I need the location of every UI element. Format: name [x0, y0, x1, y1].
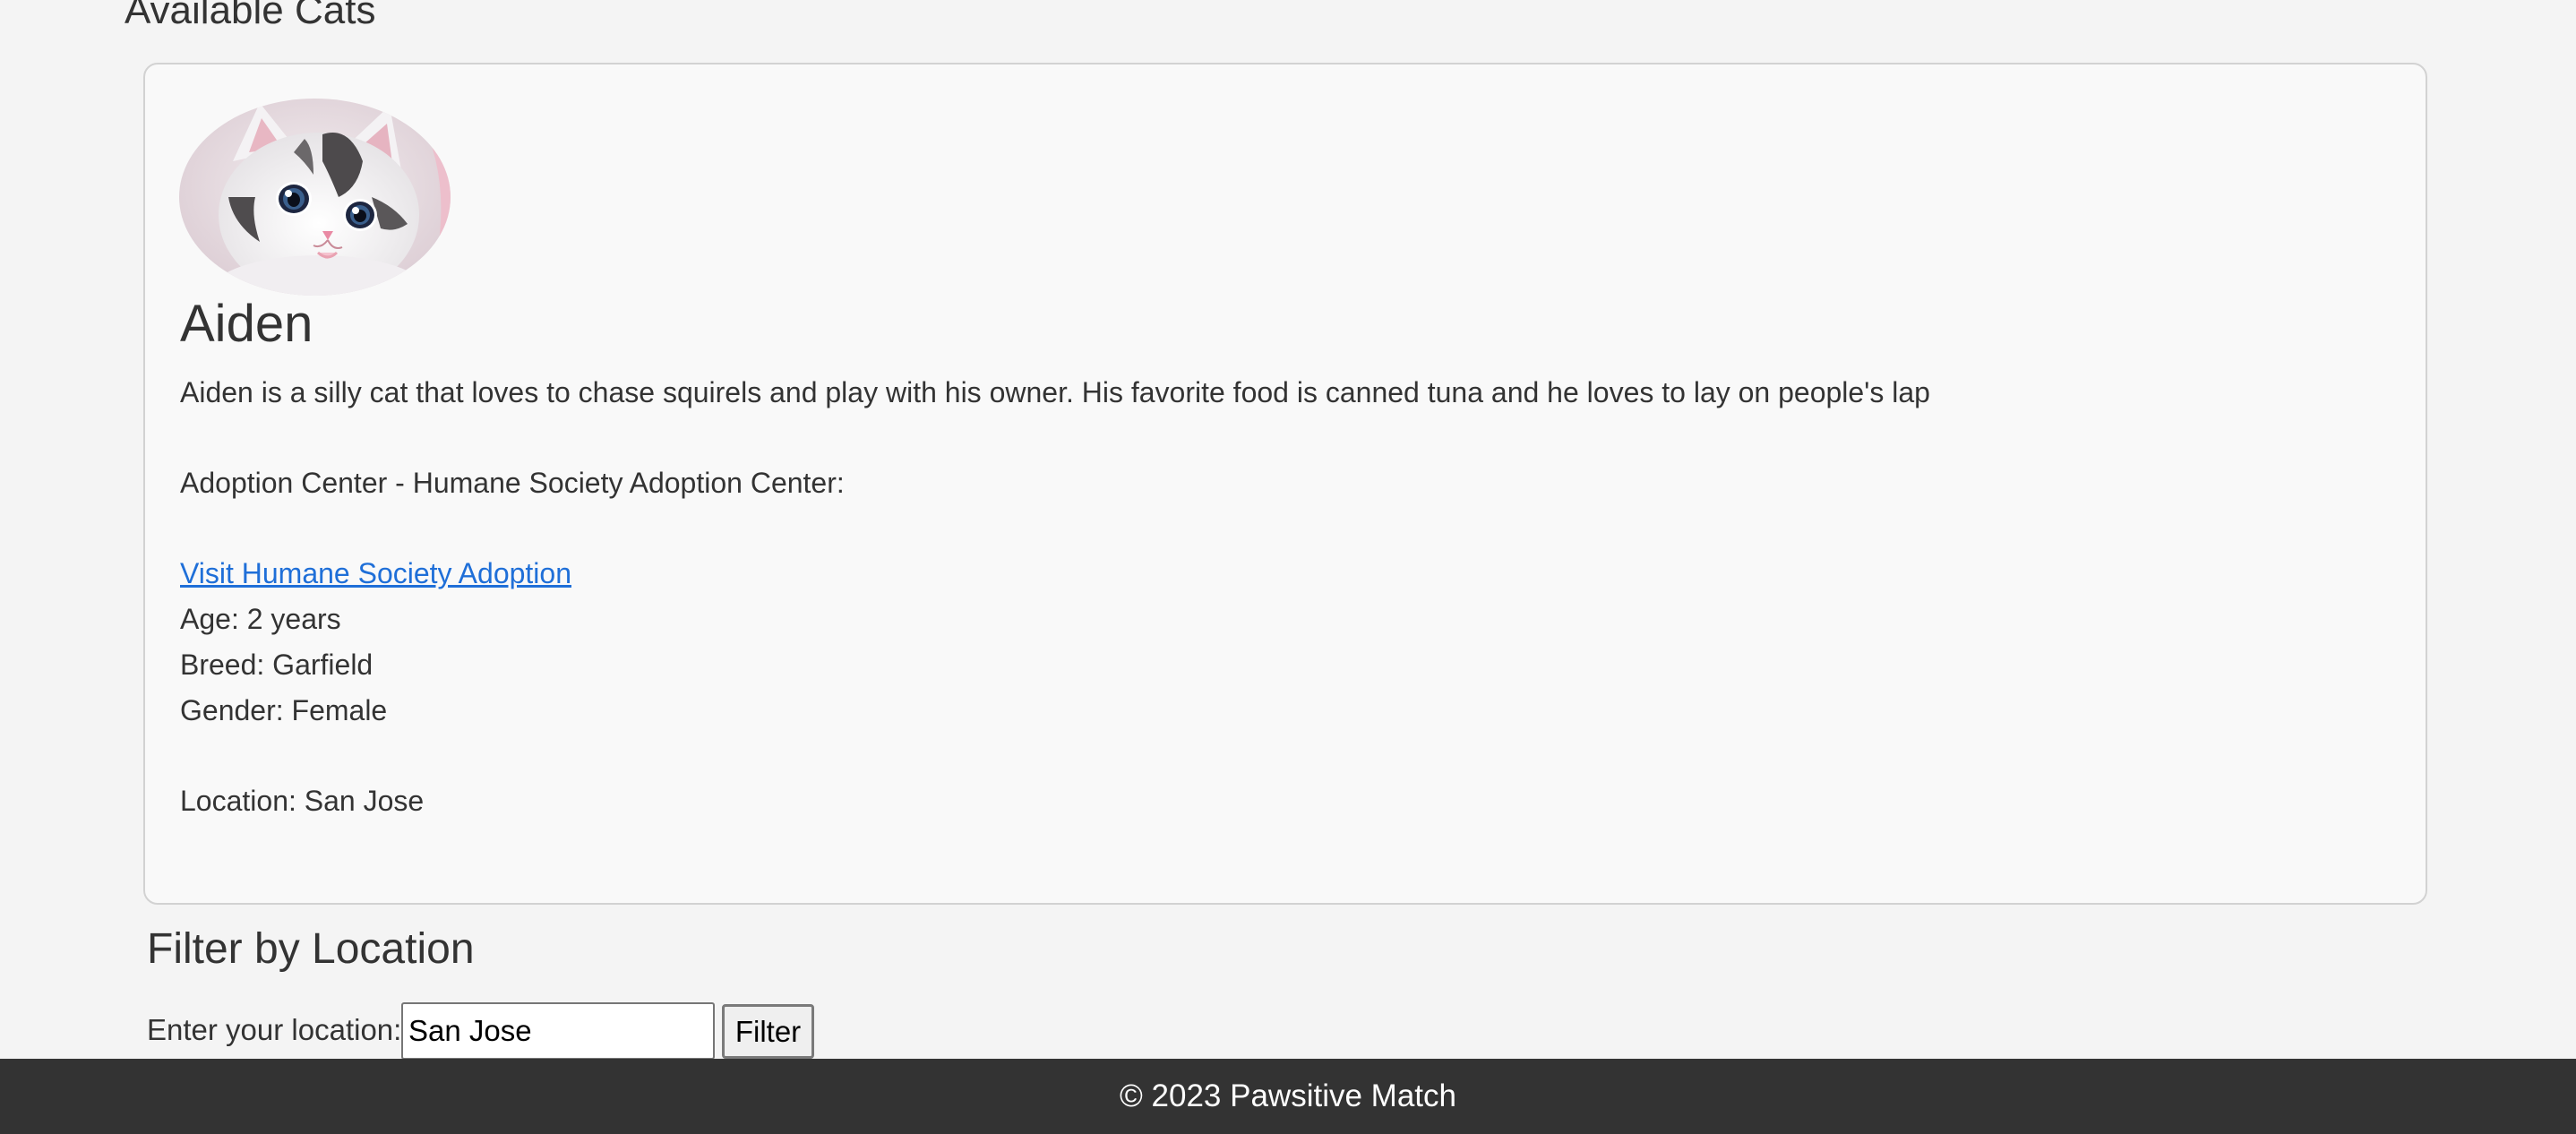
cat-photo-icon: [179, 99, 451, 296]
footer: © 2023 Pawsitive Match: [0, 1059, 2576, 1134]
cat-description: Aiden is a silly cat that loves to chase…: [180, 376, 1930, 408]
cat-breed: Breed: Garfield: [180, 649, 374, 681]
location-input[interactable]: [401, 1002, 715, 1060]
kitten-illustration: [179, 99, 451, 296]
filter-button[interactable]: Filter: [722, 1004, 814, 1059]
cat-name: Aiden: [180, 295, 313, 353]
location-label: Enter your location:: [147, 1013, 402, 1046]
cat-gender: Gender: Female: [180, 694, 388, 726]
cat-age: Age: 2 years: [180, 603, 341, 635]
footer-copyright: © 2023 Pawsitive Match: [1120, 1078, 1456, 1113]
cat-location: Location: San Jose: [180, 785, 425, 817]
page-title: Available Cats: [125, 0, 376, 32]
adoption-center-label: Adoption Center - Humane Society Adoptio…: [180, 467, 845, 499]
visit-adoption-link[interactable]: Visit Humane Society Adoption: [180, 555, 571, 591]
filter-heading: Filter by Location: [147, 925, 475, 973]
